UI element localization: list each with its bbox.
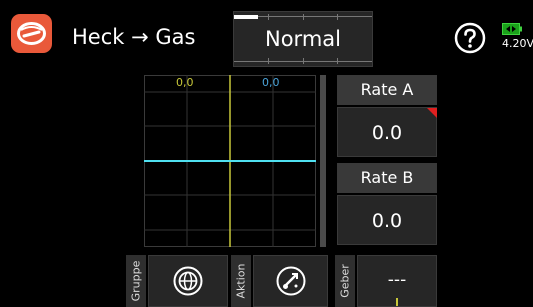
output-value: 0,0: [262, 76, 280, 89]
action-button[interactable]: [253, 255, 328, 307]
source-value: ---: [387, 270, 407, 290]
rate-b-value[interactable]: 0.0: [337, 195, 437, 245]
input-value: 0,0: [176, 76, 194, 89]
group-button[interactable]: [148, 255, 228, 307]
source-button[interactable]: ---: [357, 255, 437, 307]
helicopter-icon[interactable]: [11, 14, 52, 53]
rate-a-selected-marker: [427, 108, 437, 118]
action-label-text: Aktion: [234, 263, 248, 299]
mode-scale-bottom: [234, 58, 372, 64]
action-label: Aktion: [231, 255, 251, 307]
source-indicator: [396, 298, 398, 306]
group-label: Gruppe: [126, 255, 146, 307]
header: Heck → Gas Normal 4.20V: [0, 0, 533, 70]
battery-voltage: 4.20V: [502, 37, 533, 50]
group-label-text: Gruppe: [129, 260, 143, 302]
rate-a-label: Rate A: [337, 75, 437, 105]
source-label: Geber: [335, 255, 355, 307]
flight-mode-button[interactable]: Normal: [233, 11, 373, 67]
page-title: Heck → Gas: [72, 25, 196, 49]
help-icon[interactable]: [454, 22, 486, 54]
scrollbar[interactable]: [320, 75, 326, 247]
switch-action-icon: [276, 266, 305, 296]
rate-a-value[interactable]: 0.0: [337, 107, 437, 157]
rate-b-label: Rate B: [337, 163, 437, 193]
source-label-text: Geber: [338, 264, 352, 298]
flight-mode-label: Normal: [265, 27, 341, 51]
curve-graph[interactable]: [144, 75, 316, 247]
globe-icon: [173, 266, 203, 296]
battery-icon: [502, 20, 522, 35]
mode-scale-top: [234, 14, 372, 20]
